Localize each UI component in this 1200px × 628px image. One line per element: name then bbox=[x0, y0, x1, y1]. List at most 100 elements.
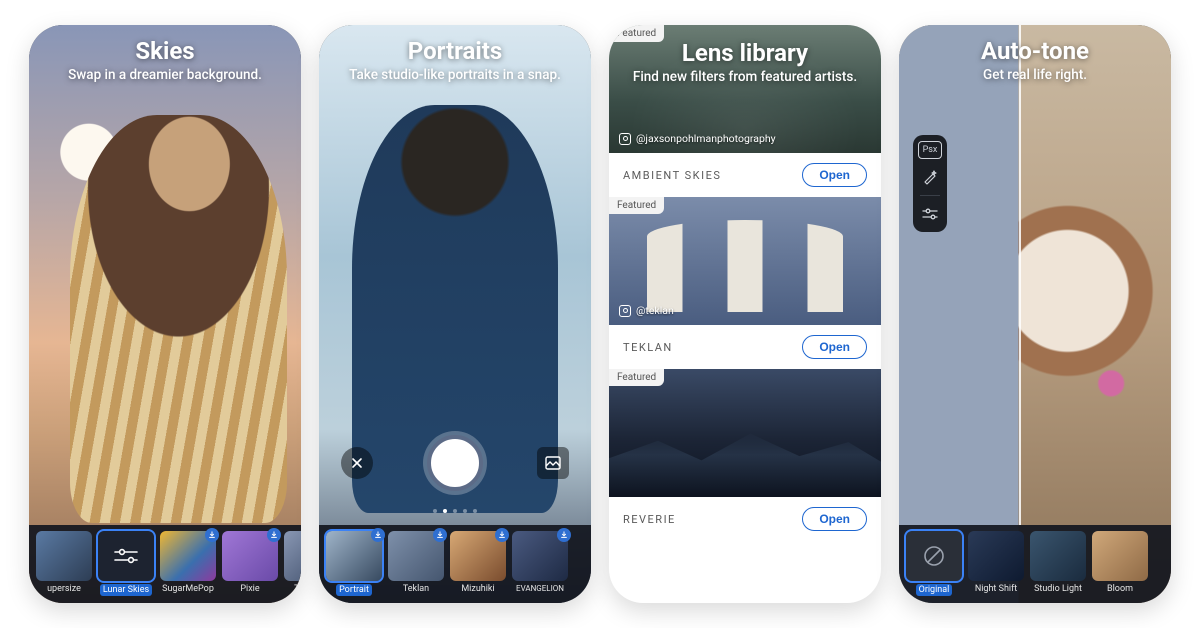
magic-wand-icon bbox=[922, 169, 938, 185]
photo-background bbox=[899, 25, 1171, 603]
lens-card-image: @vladimirpetkovic bbox=[609, 369, 881, 497]
lens-pack-row: REVERIE Open bbox=[609, 497, 881, 541]
lens-card[interactable]: Featured @vladimirpetkovic REVERIE Open bbox=[609, 369, 881, 541]
filter-label: Original bbox=[916, 584, 953, 596]
lens-pack-name: REVERIE bbox=[623, 513, 676, 526]
open-button[interactable]: Open bbox=[802, 163, 867, 187]
feature-subtitle: Take studio-like portraits in a snap. bbox=[319, 67, 591, 83]
filter-label: Studio Light bbox=[1034, 584, 1082, 594]
screenshot-auto-tone: Auto-tone Get real life right. Psx Origi… bbox=[899, 25, 1171, 603]
screenshot-lens-library: Featured Lens library Find new filters f… bbox=[609, 25, 881, 603]
adjust-icon bbox=[922, 208, 938, 220]
filter-label: Mizuhiki bbox=[461, 584, 494, 594]
filter-thumb[interactable]: Mizuhiki bbox=[450, 531, 506, 594]
filter-thumb[interactable]: Teklan bbox=[388, 531, 444, 594]
feature-title: Skies bbox=[29, 37, 301, 65]
instagram-icon bbox=[619, 133, 631, 145]
lens-pack-name: TEKLAN bbox=[623, 341, 673, 354]
psx-badge[interactable]: Psx bbox=[918, 141, 942, 159]
filter-thumb-selected[interactable]: Original bbox=[906, 531, 962, 596]
open-button[interactable]: Open bbox=[802, 335, 867, 359]
close-icon bbox=[350, 456, 364, 470]
artist-credit: @jaxsonpohlmanphotography bbox=[619, 132, 776, 145]
feature-title: Portraits bbox=[319, 37, 591, 65]
filter-label: Te bbox=[294, 584, 301, 594]
filter-label: SugarMePop bbox=[162, 584, 214, 594]
featured-badge: Featured bbox=[609, 369, 664, 386]
filter-thumb[interactable]: upersize bbox=[36, 531, 92, 594]
artist-credit: @vladimirpetkovic bbox=[619, 476, 722, 489]
filter-label: upersize bbox=[47, 584, 81, 594]
filter-preview bbox=[284, 531, 301, 581]
lens-pack-row: AMBIENT SKIES Open bbox=[609, 153, 881, 197]
cloud-download-icon bbox=[267, 528, 281, 542]
artist-handle: @vladimirpetkovic bbox=[636, 476, 722, 489]
subject-person bbox=[70, 115, 288, 523]
cloud-download-icon bbox=[205, 528, 219, 542]
gallery-icon bbox=[545, 456, 561, 470]
filter-preview bbox=[98, 531, 154, 581]
filter-strip[interactable]: upersize Lunar Skies SugarMePop Pixie Te bbox=[29, 525, 301, 603]
instagram-icon bbox=[619, 477, 631, 489]
filter-thumb[interactable]: Studio Light bbox=[1030, 531, 1086, 594]
artist-credit: @teklan bbox=[619, 304, 674, 317]
filter-thumb[interactable]: Night Shift bbox=[968, 531, 1024, 594]
compare-slider[interactable] bbox=[1019, 25, 1021, 525]
lens-card[interactable]: Featured Lens library Find new filters f… bbox=[609, 25, 881, 197]
gallery-button[interactable] bbox=[537, 447, 569, 479]
filter-label: Lunar Skies bbox=[100, 584, 152, 596]
filter-preview bbox=[1030, 531, 1086, 581]
filter-thumb[interactable]: Bloom bbox=[1092, 531, 1148, 594]
filter-label: Portrait bbox=[336, 584, 372, 596]
filter-thumb-selected[interactable]: Lunar Skies bbox=[98, 531, 154, 596]
feature-title: Auto-tone bbox=[899, 37, 1171, 65]
adjust-icon bbox=[113, 547, 139, 565]
lens-card[interactable]: Featured @teklan TEKLAN Open bbox=[609, 197, 881, 369]
lens-card-image: Lens library Find new filters from featu… bbox=[609, 25, 881, 153]
cloud-download-icon bbox=[371, 528, 385, 542]
filter-thumb-selected[interactable]: Portrait bbox=[326, 531, 382, 596]
tool-panel: Psx bbox=[913, 135, 947, 232]
filter-thumb[interactable]: EVANGELION bbox=[512, 531, 568, 594]
feature-subtitle: Find new filters from featured artists. bbox=[609, 69, 881, 85]
page-dots bbox=[319, 509, 591, 513]
feature-subtitle: Swap in a dreamier background. bbox=[29, 67, 301, 83]
feature-title: Lens library bbox=[609, 39, 881, 67]
filter-preview bbox=[968, 531, 1024, 581]
lens-list[interactable]: Featured Lens library Find new filters f… bbox=[609, 25, 881, 603]
filter-label: Pixie bbox=[240, 584, 259, 594]
cloud-download-icon bbox=[557, 528, 571, 542]
adjust-button[interactable] bbox=[918, 202, 942, 226]
separator bbox=[920, 195, 940, 196]
feature-subtitle: Get real life right. bbox=[899, 67, 1171, 83]
shutter-button[interactable] bbox=[427, 435, 483, 491]
artist-handle: @jaxsonpohlmanphotography bbox=[636, 132, 776, 145]
hero-text: Auto-tone Get real life right. bbox=[899, 37, 1171, 83]
filter-thumb[interactable]: SugarMePop bbox=[160, 531, 216, 594]
close-button[interactable] bbox=[341, 447, 373, 479]
magic-wand-button[interactable] bbox=[918, 165, 942, 189]
filter-preview bbox=[906, 531, 962, 581]
screenshot-portraits: Portraits Take studio-like portraits in … bbox=[319, 25, 591, 603]
cloud-download-icon bbox=[433, 528, 447, 542]
featured-badge: Featured bbox=[609, 197, 664, 214]
cloud-download-icon bbox=[495, 528, 509, 542]
filter-label: Teklan bbox=[403, 584, 429, 594]
hero-text: Skies Swap in a dreamier background. bbox=[29, 37, 301, 83]
screenshot-skies: Skies Swap in a dreamier background. upe… bbox=[29, 25, 301, 603]
filter-thumb[interactable]: Pixie bbox=[222, 531, 278, 594]
lens-pack-row: TEKLAN Open bbox=[609, 325, 881, 369]
open-button[interactable]: Open bbox=[802, 507, 867, 531]
lens-pack-name: AMBIENT SKIES bbox=[623, 169, 721, 182]
filter-strip[interactable]: Portrait Teklan Mizuhiki EVANGELION bbox=[319, 525, 591, 603]
filter-label: EVANGELION bbox=[516, 584, 564, 593]
filter-strip[interactable]: Original Night Shift Studio Light Bloom bbox=[899, 525, 1171, 603]
none-icon bbox=[906, 531, 962, 581]
filter-preview bbox=[36, 531, 92, 581]
filter-label: Night Shift bbox=[975, 584, 1017, 594]
camera-controls bbox=[319, 433, 591, 493]
hero-text: Portraits Take studio-like portraits in … bbox=[319, 37, 591, 83]
filter-thumb[interactable]: Te bbox=[284, 531, 301, 594]
artist-handle: @teklan bbox=[636, 304, 674, 317]
lens-card-image: @teklan bbox=[609, 197, 881, 325]
